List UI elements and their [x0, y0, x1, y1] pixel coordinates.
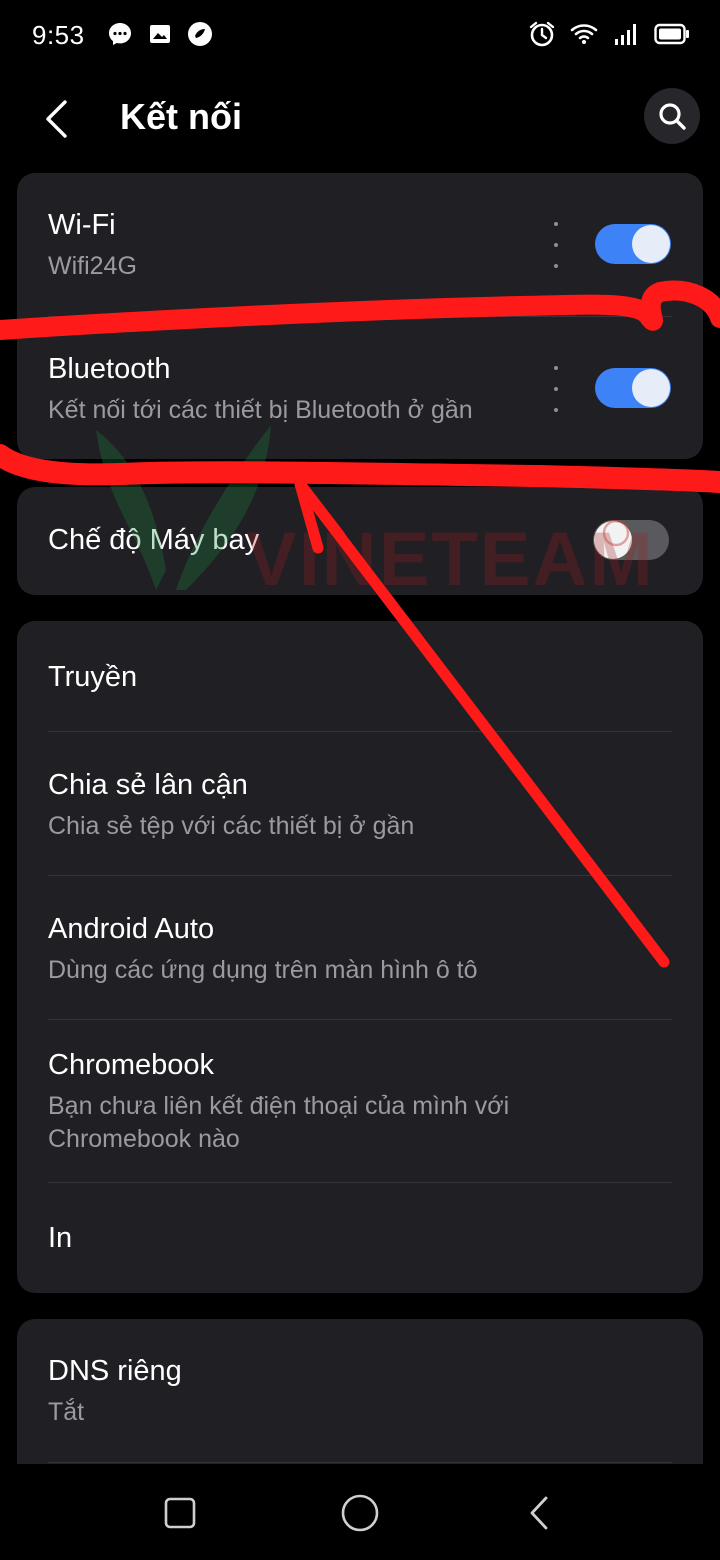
home-circle-icon — [341, 1494, 379, 1532]
wifi-icon — [570, 20, 598, 48]
cast-title: Truyền — [48, 661, 138, 693]
app-header: Kết nối — [0, 72, 720, 172]
bluetooth-toggle[interactable] — [595, 368, 671, 408]
android-auto-title: Android Auto — [48, 913, 215, 945]
cast-row[interactable]: Truyền — [17, 621, 703, 731]
divider — [48, 1462, 672, 1463]
airplane-mode-title: Chế độ Máy bay — [48, 524, 260, 556]
nav-back-button[interactable] — [514, 1488, 564, 1538]
search-button[interactable] — [644, 88, 700, 144]
private-dns-title: DNS riêng — [48, 1355, 182, 1387]
chromebook-subtitle: Bạn chưa liên kết điện thoại của mình vớ… — [48, 1092, 510, 1153]
wifi-more-options-icon[interactable] — [548, 222, 564, 268]
search-icon — [659, 103, 686, 130]
recents-button[interactable] — [155, 1488, 205, 1538]
wifi-toggle[interactable] — [595, 224, 671, 264]
status-system-icons — [528, 20, 690, 48]
wifi-subtitle: Wifi24G — [48, 252, 137, 280]
messenger-icon — [106, 20, 134, 48]
print-row[interactable]: In — [17, 1182, 703, 1293]
bluetooth-more-options-icon[interactable] — [548, 366, 564, 412]
back-chevron-icon — [530, 1496, 548, 1530]
status-notification-icons — [106, 20, 214, 48]
signal-icon — [612, 20, 640, 48]
system-nav-bar — [0, 1464, 720, 1560]
wifi-row[interactable]: Wi-Fi Wifi24G — [17, 173, 703, 316]
home-button[interactable] — [335, 1488, 385, 1538]
status-time: 9:53 — [32, 20, 85, 50]
recents-square-icon — [164, 1497, 196, 1529]
status-bar: 9:53 — [0, 0, 720, 72]
page-title: Kết nối — [120, 96, 242, 137]
chromebook-title: Chromebook — [48, 1049, 215, 1081]
airplane-mode-row[interactable]: Chế độ Máy bay — [17, 487, 703, 595]
airplane-card: Chế độ Máy bay — [17, 487, 703, 595]
private-dns-subtitle: Tắt — [48, 1398, 85, 1426]
annotation-stroke-bottom — [0, 444, 720, 493]
nearby-share-subtitle: Chia sẻ tệp với các thiết bị ở gần — [48, 812, 415, 840]
wireless-card: Wi-Fi Wifi24G Bluetooth Kết nối tới các … — [17, 173, 703, 459]
android-auto-row[interactable]: Android Auto Dùng các ứng dụng trên màn … — [17, 875, 703, 1019]
battery-icon — [654, 20, 690, 48]
bluetooth-row[interactable]: Bluetooth Kết nối tới các thiết bị Bluet… — [17, 316, 703, 459]
bluetooth-title: Bluetooth — [48, 353, 171, 385]
nearby-share-row[interactable]: Chia sẻ lân cận Chia sẻ tệp với các thiế… — [17, 731, 703, 875]
back-button[interactable] — [34, 94, 78, 144]
back-arrow-icon — [46, 100, 67, 138]
chromebook-row[interactable]: Chromebook Bạn chưa liên kết điện thoại … — [17, 1019, 703, 1182]
app-notification-icon — [186, 20, 214, 48]
connection-features-card: Truyền Chia sẻ lân cận Chia sẻ tệp với c… — [17, 621, 703, 1293]
print-title: In — [48, 1222, 73, 1254]
nearby-share-title: Chia sẻ lân cận — [48, 769, 248, 801]
android-auto-subtitle: Dùng các ứng dụng trên màn hình ô tô — [48, 956, 478, 984]
bluetooth-subtitle: Kết nối tới các thiết bị Bluetooth ở gần — [48, 396, 473, 424]
private-dns-row[interactable]: DNS riêng Tắt — [17, 1319, 703, 1464]
alarm-icon — [528, 20, 556, 48]
airplane-mode-toggle[interactable] — [593, 520, 669, 560]
gallery-icon — [146, 20, 174, 48]
wifi-title: Wi-Fi — [48, 209, 116, 241]
